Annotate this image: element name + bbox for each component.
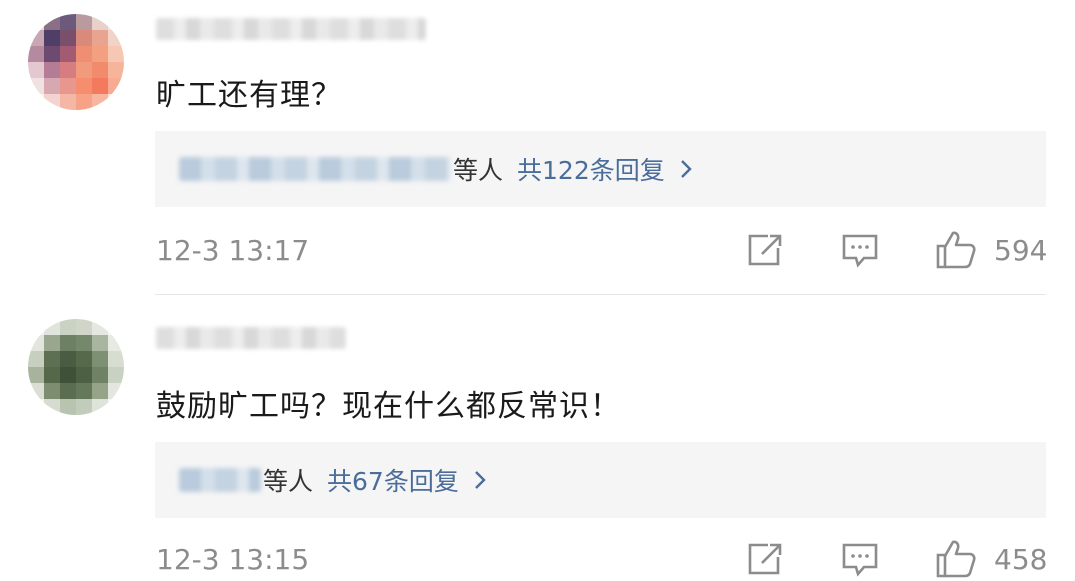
thumbs-up-icon[interactable] [932, 537, 980, 581]
timestamp: 12-3 13:15 [156, 543, 310, 576]
replies-preview[interactable]: 等人 共122条回复 [155, 131, 1046, 207]
chevron-right-icon [473, 469, 487, 491]
chevron-right-icon [679, 158, 693, 180]
comment-text: 鼓励旷工吗？现在什么都反常识！ [156, 389, 621, 424]
username-blurred[interactable] [156, 18, 426, 40]
replier-names-blurred [179, 157, 451, 181]
action-bar: 594 [740, 228, 1047, 272]
replies-suffix: 等人 [453, 156, 504, 185]
replies-count-link[interactable]: 共67条回复 [327, 462, 459, 498]
like-count: 458 [994, 542, 1048, 576]
avatar[interactable] [28, 14, 124, 110]
comment-icon[interactable] [836, 537, 884, 581]
replies-suffix: 等人 [263, 467, 314, 496]
timestamp: 12-3 13:17 [156, 234, 310, 267]
share-icon[interactable] [740, 537, 788, 581]
comment-item: 鼓励旷工吗？现在什么都反常识！ 等人 共67条回复 12-3 13:15 458 [0, 295, 1075, 579]
action-bar: 458 [740, 537, 1047, 581]
avatar[interactable] [28, 319, 124, 415]
comment-text: 旷工还有理？ [156, 78, 342, 113]
like-count: 594 [994, 233, 1048, 267]
share-icon[interactable] [740, 228, 788, 272]
comment-item: 旷工还有理？ 等人 共122条回复 12-3 13:17 594 [0, 0, 1075, 295]
thumbs-up-icon[interactable] [932, 228, 980, 272]
comment-icon[interactable] [836, 228, 884, 272]
username-blurred[interactable] [156, 327, 346, 349]
replies-preview[interactable]: 等人 共67条回复 [155, 442, 1046, 518]
replier-names-blurred [179, 468, 261, 492]
replies-count-link[interactable]: 共122条回复 [517, 151, 665, 187]
